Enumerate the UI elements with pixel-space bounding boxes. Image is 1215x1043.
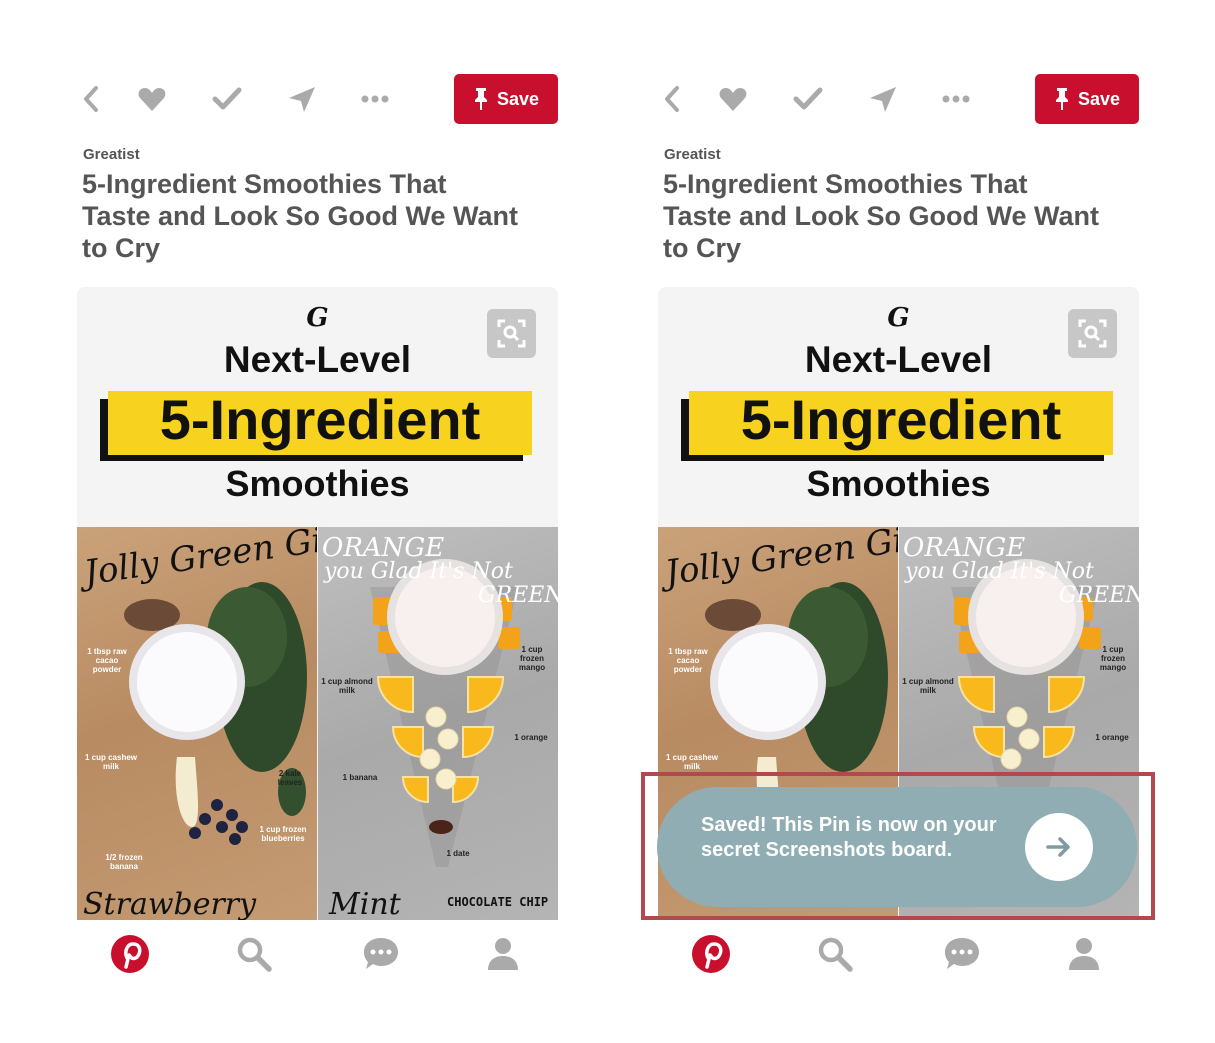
visual-search-icon <box>1078 319 1107 348</box>
back-icon[interactable] <box>658 84 688 114</box>
check-icon[interactable] <box>212 84 242 114</box>
strip-chocolate-chip: CHOCOLATE CHIP <box>447 895 549 909</box>
pinterest-home-icon[interactable] <box>691 934 731 974</box>
more-icon[interactable] <box>360 84 390 114</box>
headline-line-1: Next-Level <box>804 339 993 380</box>
orange-smoothie-panel: ORANGE you Glad It's Not GREEN 1 cup alm… <box>318 527 558 920</box>
pin-source[interactable]: Greatist <box>664 146 721 163</box>
bottom-nav <box>77 920 558 992</box>
label-cashew-milk: 1 cup cashew milk <box>84 753 138 771</box>
messages-icon[interactable] <box>361 934 401 974</box>
orange-panel-title-3: GREEN <box>478 583 558 608</box>
label-banana: 1/2 frozen banana <box>105 853 143 871</box>
label-mango: 1 cup frozen mango <box>1099 645 1127 672</box>
screen-before-save: Save Greatist 5-Ingredient Smoothies Tha… <box>77 0 577 1043</box>
pin-toolbar: Save <box>77 74 558 124</box>
pin-source[interactable]: Greatist <box>83 146 140 163</box>
send-icon[interactable] <box>287 84 317 114</box>
search-icon[interactable] <box>234 934 274 974</box>
pinterest-home-icon[interactable] <box>110 934 150 974</box>
strip-strawberry: Strawberry <box>83 887 257 920</box>
profile-icon[interactable] <box>1064 934 1104 974</box>
orange-panel-title-2: you Glad It's Not <box>905 559 1094 584</box>
heart-icon[interactable] <box>718 84 748 114</box>
headline-line-3: Smoothies <box>225 463 410 504</box>
save-button[interactable]: Save <box>1035 74 1139 124</box>
headline-line-1: Next-Level <box>223 339 412 380</box>
profile-icon[interactable] <box>483 934 523 974</box>
label-mango: 1 cup frozen mango <box>518 645 546 672</box>
heart-icon[interactable] <box>137 84 167 114</box>
label-almond-milk: 1 cup almond milk <box>321 677 373 695</box>
image-header: G Next-Level 5-Ingredient Smoothies <box>658 287 1139 527</box>
label-orange: 1 orange <box>1095 733 1129 742</box>
save-button-label: Save <box>1077 88 1121 109</box>
orange-panel-title-3: GREEN <box>1059 583 1139 608</box>
label-blueberries: 1 cup frozen blueberries <box>259 825 307 843</box>
label-cashew-milk: 1 cup cashew milk <box>665 753 719 771</box>
visual-search-button[interactable] <box>1068 309 1117 358</box>
label-orange: 1 orange <box>514 733 548 742</box>
search-icon[interactable] <box>815 934 855 974</box>
send-icon[interactable] <box>868 84 898 114</box>
image-header: G Next-Level 5-Ingredient Smoothies <box>77 287 558 527</box>
more-icon[interactable] <box>941 84 971 114</box>
back-icon[interactable] <box>77 84 107 114</box>
label-cacao: 1 tbsp raw cacao powder <box>668 647 708 674</box>
messages-icon[interactable] <box>942 934 982 974</box>
toast-highlight-frame <box>641 772 1155 920</box>
headline-line-3: Smoothies <box>806 463 991 504</box>
label-kale: 2 kale leaves <box>277 769 303 787</box>
pushpin-icon <box>474 88 487 110</box>
label-banana-orange: 1 banana <box>342 773 378 782</box>
orange-panel-title-2: you Glad It's Not <box>324 559 513 584</box>
save-button-label: Save <box>496 88 540 109</box>
bottom-nav <box>658 920 1139 992</box>
pin-title: 5-Ingredient Smoothies That Taste and Lo… <box>82 169 519 263</box>
pin-toolbar: Save <box>658 74 1139 124</box>
strip-mint: Mint <box>329 887 401 920</box>
visual-search-button[interactable] <box>487 309 536 358</box>
save-button[interactable]: Save <box>454 74 558 124</box>
headline-line-2: 5-Ingredient <box>740 388 1062 451</box>
greatist-logo: G <box>887 303 910 333</box>
greatist-logo: G <box>306 303 329 333</box>
pin-title: 5-Ingredient Smoothies That Taste and Lo… <box>663 169 1100 263</box>
headline-line-2: 5-Ingredient <box>159 388 481 451</box>
label-date: 1 date <box>446 849 470 858</box>
label-almond-milk: 1 cup almond milk <box>902 677 954 695</box>
green-smoothie-panel: Jolly Green Giant 1 tbsp raw cacao powde… <box>77 527 317 920</box>
pushpin-icon <box>1055 88 1068 110</box>
label-cacao: 1 tbsp raw cacao powder <box>87 647 127 674</box>
pin-image[interactable]: G Next-Level 5-Ingredient Smoothies Joll… <box>77 287 558 920</box>
visual-search-icon <box>497 319 526 348</box>
check-icon[interactable] <box>793 84 823 114</box>
